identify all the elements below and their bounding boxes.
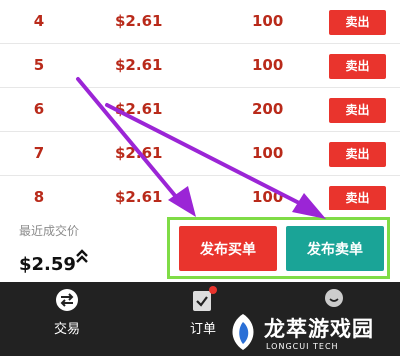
- order-index: 7: [33, 144, 45, 162]
- order-price: $2.61: [115, 100, 163, 118]
- sell-button[interactable]: 卖出: [329, 186, 386, 211]
- notification-dot: [209, 286, 217, 294]
- order-quantity: 100: [252, 188, 284, 206]
- order-row: 7 $2.61 100 卖出: [0, 132, 400, 176]
- order-quantity: 100: [252, 144, 284, 162]
- order-index: 8: [33, 188, 45, 206]
- order-index: 4: [33, 12, 45, 30]
- last-price-value: $2.59: [19, 254, 76, 275]
- order-list: 4 $2.61 100 卖出 5 $2.61 100 卖出 6 $2.61 20…: [0, 0, 400, 220]
- tab-trade[interactable]: 交易: [17, 282, 117, 356]
- leaf-logo-icon: [232, 314, 254, 350]
- double-chevron-up-icon: [76, 249, 88, 263]
- sell-button[interactable]: 卖出: [329, 10, 386, 35]
- order-row: 6 $2.61 200 卖出: [0, 88, 400, 132]
- order-price: $2.61: [115, 56, 163, 74]
- order-row: 5 $2.61 100 卖出: [0, 44, 400, 88]
- sell-button[interactable]: 卖出: [329, 54, 386, 79]
- smiley-icon: [325, 289, 343, 307]
- order-row: 4 $2.61 100 卖出: [0, 0, 400, 44]
- order-price: $2.61: [115, 188, 163, 206]
- sell-button[interactable]: 卖出: [329, 98, 386, 123]
- publish-order-button[interactable]: 发布买单: [179, 226, 277, 271]
- tab-trade-label: 交易: [53, 322, 80, 337]
- last-price-label: 最近成交价: [19, 224, 80, 238]
- order-index: 6: [33, 100, 45, 118]
- order-price: $2.61: [115, 12, 163, 30]
- order-quantity: 100: [252, 12, 284, 30]
- watermark-subtitle: LONGCUI TECH: [266, 342, 339, 351]
- order-price: $2.61: [115, 144, 163, 162]
- order-quantity: 200: [252, 100, 284, 118]
- order-index: 5: [33, 56, 45, 74]
- swap-arrows-icon: [56, 289, 78, 311]
- watermark: 龙萃游戏园 LONGCUI TECH: [222, 309, 400, 356]
- watermark-title: 龙萃游戏园: [264, 317, 374, 341]
- publish-sell-order-button[interactable]: 发布卖单: [286, 226, 384, 271]
- order-quantity: 100: [252, 56, 284, 74]
- sell-button[interactable]: 卖出: [329, 142, 386, 167]
